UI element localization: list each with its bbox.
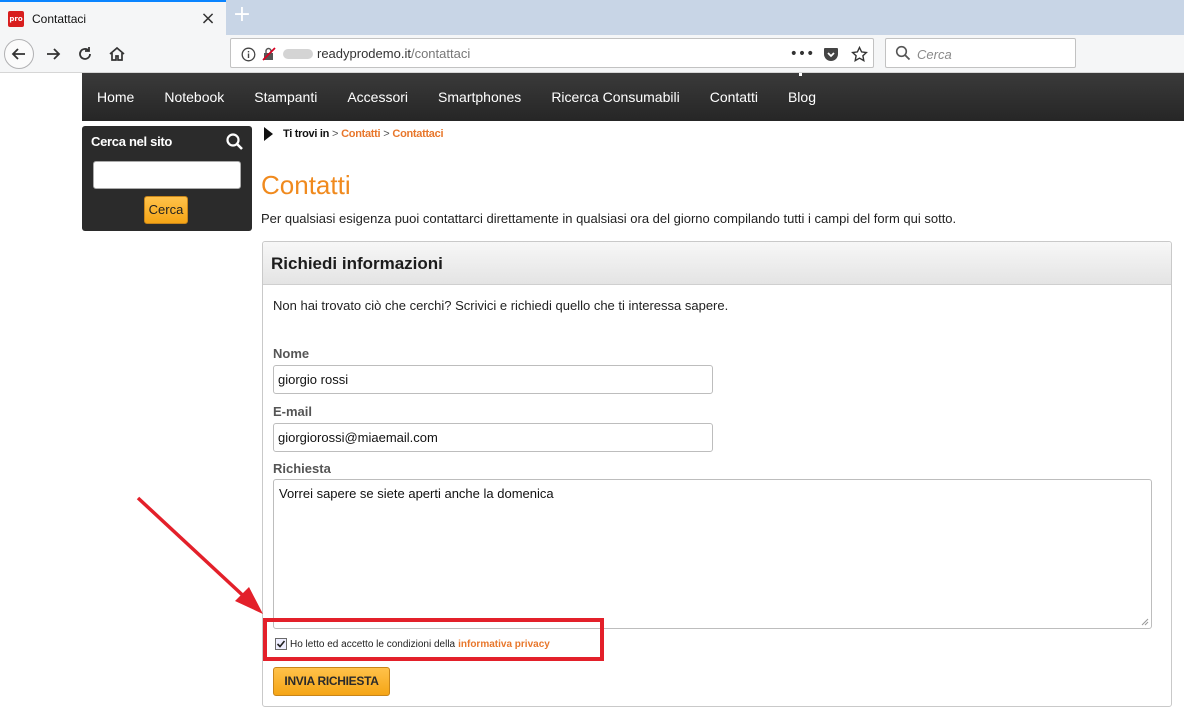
tab-title: Contattaci xyxy=(32,11,87,26)
insecure-lock-icon[interactable] xyxy=(260,45,278,63)
annotation-highlight-box xyxy=(263,618,604,661)
url-blurred-subdomain xyxy=(283,49,313,59)
info-icon[interactable] xyxy=(239,45,257,63)
url-bar[interactable]: readyprodemo.it/contattaci ••• xyxy=(230,38,874,68)
breadcrumb-link-contatti[interactable]: Contatti xyxy=(341,128,380,140)
request-text: Vorrei sapere se siete aperti anche la d… xyxy=(279,486,554,501)
sidebar-search-box: Cerca nel sito Cerca xyxy=(82,126,252,231)
intro-text: Per qualsiasi esigenza puoi contattarci … xyxy=(261,211,957,226)
form-description: Non hai trovato ciò che cerchi? Scrivici… xyxy=(273,298,729,313)
url-text: readyprodemo.it/contattaci xyxy=(317,46,471,61)
sidebar-search-button[interactable]: Cerca xyxy=(144,196,188,224)
forward-arrow-icon xyxy=(47,48,61,60)
nav-indicator-dot xyxy=(799,73,802,76)
search-placeholder: Cerca xyxy=(917,47,952,62)
nav-item-accessori[interactable]: Accessori xyxy=(347,89,408,105)
breadcrumb-link-contattaci[interactable]: Contattaci xyxy=(392,128,443,140)
breadcrumb-separator: > xyxy=(332,128,339,140)
browser-nav-bar: readyprodemo.it/contattaci ••• Cerca xyxy=(0,35,1184,73)
new-tab-plus-icon[interactable]: + xyxy=(230,4,254,28)
form-panel-header: Richiedi informazioni xyxy=(263,242,1171,285)
sidebar-search-input[interactable] xyxy=(93,161,241,189)
name-field[interactable]: giorgio rossi xyxy=(273,365,713,394)
email-field[interactable]: giorgiorossi@miaemail.com xyxy=(273,423,713,452)
request-textarea[interactable]: Vorrei sapere se siete aperti anche la d… xyxy=(273,479,1152,629)
site-favicon-icon: pro xyxy=(8,10,24,27)
annotation-arrow-icon xyxy=(136,496,263,614)
breadcrumb-arrow-icon xyxy=(264,127,273,141)
home-button[interactable] xyxy=(102,39,132,69)
nav-item-ricerca-consumabili[interactable]: Ricerca Consumabili xyxy=(551,89,679,105)
nav-item-smartphones[interactable]: Smartphones xyxy=(438,89,521,105)
browser-tab-bar: pro Contattaci × + xyxy=(0,0,1184,35)
page-actions-icon[interactable]: ••• xyxy=(790,45,815,63)
request-label: Richiesta xyxy=(273,461,331,476)
back-arrow-icon xyxy=(11,48,25,60)
back-button[interactable] xyxy=(4,39,34,69)
nav-item-home[interactable]: Home xyxy=(97,89,134,105)
nav-item-blog[interactable]: Blog xyxy=(788,89,816,105)
form-title: Richiedi informazioni xyxy=(271,254,443,273)
breadcrumb-separator: > xyxy=(383,128,390,140)
close-tab-icon[interactable]: × xyxy=(198,8,218,29)
name-label: Nome xyxy=(273,346,310,361)
breadcrumb: Ti trovi in > Contatti > Contattaci xyxy=(264,127,444,141)
site-main-nav: Home Notebook Stampanti Accessori Smartp… xyxy=(82,73,1184,121)
submit-request-button[interactable]: INVIA RICHIESTA xyxy=(273,667,390,696)
email-label: E-mail xyxy=(273,404,313,419)
reload-icon xyxy=(79,47,91,60)
pocket-icon[interactable] xyxy=(822,45,840,63)
resize-grip-icon[interactable] xyxy=(1141,618,1149,626)
reload-button[interactable] xyxy=(70,39,100,69)
page-title: Contatti xyxy=(261,170,351,200)
forward-button[interactable] xyxy=(38,39,68,69)
home-icon xyxy=(109,46,125,61)
nav-item-notebook[interactable]: Notebook xyxy=(164,89,224,105)
sidebar-title: Cerca nel sito xyxy=(91,134,173,149)
nav-item-contatti[interactable]: Contatti xyxy=(710,89,758,105)
search-icon xyxy=(894,44,912,62)
bookmark-star-icon[interactable] xyxy=(850,45,868,63)
browser-tab[interactable]: pro Contattaci × xyxy=(0,0,226,35)
sidebar-search-icon xyxy=(225,132,245,152)
breadcrumb-prefix: Ti trovi in xyxy=(283,128,330,140)
browser-search-box[interactable]: Cerca xyxy=(885,38,1076,68)
nav-item-stampanti[interactable]: Stampanti xyxy=(254,89,317,105)
